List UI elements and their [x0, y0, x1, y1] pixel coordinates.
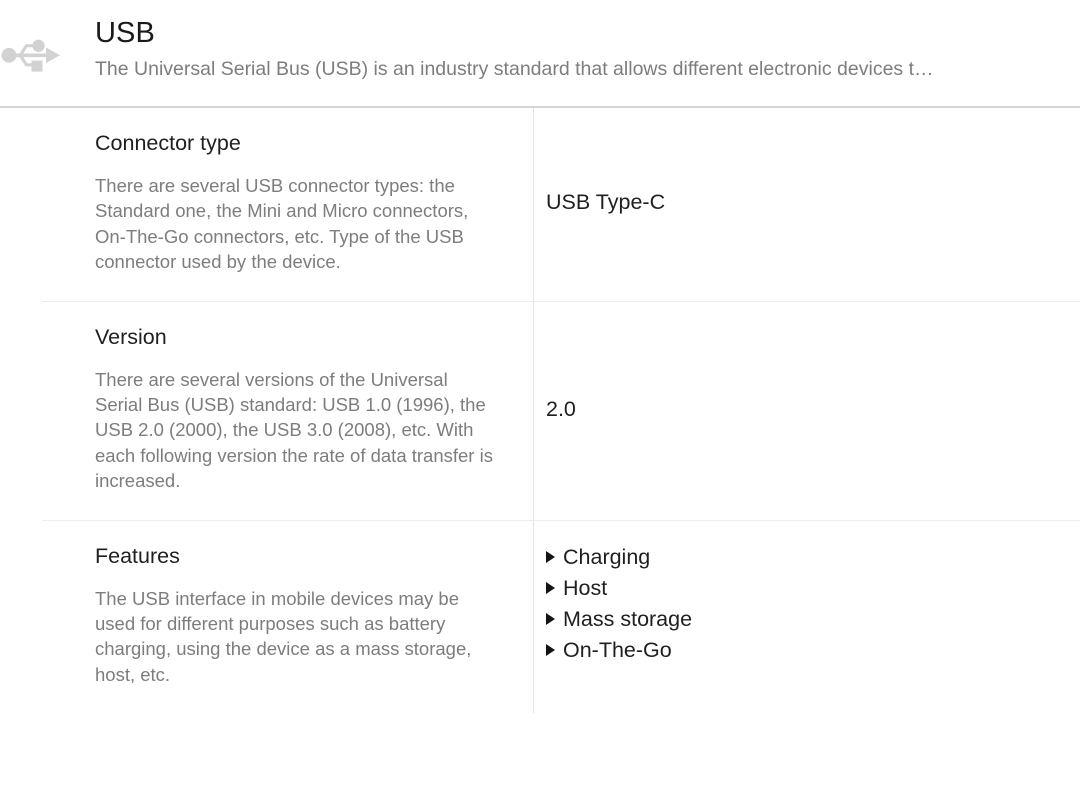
triangle-bullet-icon	[546, 644, 555, 657]
spec-name: Version	[95, 324, 167, 349]
feature-label: Host	[563, 575, 608, 600]
header-text-block: USB The Universal Serial Bus (USB) is an…	[95, 16, 1080, 82]
list-item: On-The-Go	[546, 635, 1056, 666]
spec-value-cell: Charging Host Mass storage On-The-Go	[534, 521, 1080, 714]
spec-name: Features	[95, 543, 180, 568]
page-header: USB The Universal Serial Bus (USB) is an…	[0, 0, 1080, 108]
triangle-bullet-icon	[546, 613, 555, 626]
spec-label-cell: Version There are several versions of th…	[42, 301, 534, 520]
list-item: Host	[546, 573, 1056, 604]
page-subtitle: The Universal Serial Bus (USB) is an ind…	[95, 58, 934, 80]
feature-list: Charging Host Mass storage On-The-Go	[546, 542, 1056, 666]
list-item: Mass storage	[546, 604, 1056, 635]
triangle-bullet-icon	[546, 582, 555, 595]
spec-value-cell: USB Type-C	[534, 108, 1080, 301]
usb-icon	[0, 33, 64, 77]
table-row: Connector type There are several USB con…	[42, 108, 1080, 302]
spec-value: 2.0	[546, 396, 576, 421]
page-title: USB	[95, 17, 155, 49]
spec-value: USB Type-C	[546, 190, 666, 215]
table-row: Features The USB interface in mobile dev…	[42, 520, 1080, 714]
spec-description: There are several USB connector types: t…	[95, 175, 469, 273]
triangle-bullet-icon	[546, 551, 555, 564]
spec-description: The USB interface in mobile devices may …	[95, 587, 472, 685]
list-item: Charging	[546, 542, 1056, 573]
spec-label-cell: Connector type There are several USB con…	[42, 108, 534, 301]
spec-label-cell: Features The USB interface in mobile dev…	[42, 520, 534, 714]
feature-label: On-The-Go	[563, 637, 672, 662]
spec-value-cell: 2.0	[534, 302, 1080, 520]
spec-name: Connector type	[95, 131, 241, 155]
feature-label: Mass storage	[563, 606, 693, 631]
table-row: Version There are several versions of th…	[42, 301, 1080, 521]
spec-table: Connector type There are several USB con…	[0, 108, 1080, 714]
feature-label: Charging	[563, 544, 651, 569]
spec-description: There are several versions of the Univer…	[95, 368, 493, 492]
